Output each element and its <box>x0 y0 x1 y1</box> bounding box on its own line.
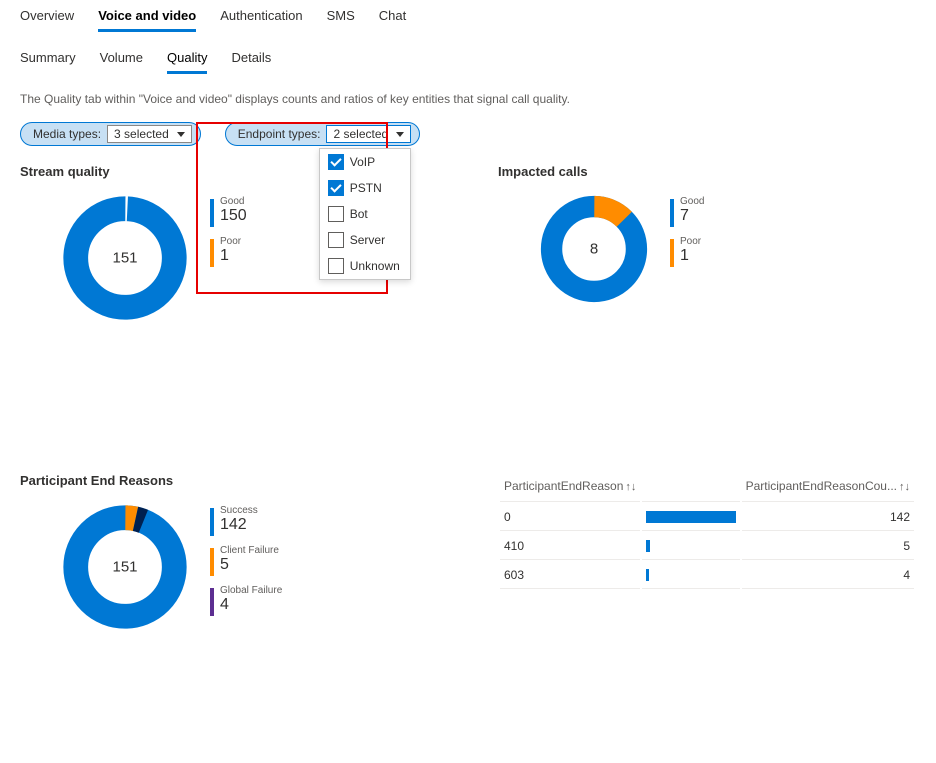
table-row[interactable]: 603 4 <box>500 562 914 589</box>
legend-item-good: Good 150 <box>210 197 247 227</box>
endpoint-option-bot[interactable]: Bot <box>320 201 410 227</box>
legend-value: 1 <box>680 247 701 265</box>
filter-media-select[interactable]: 3 selected <box>107 125 192 143</box>
endpoint-option-unknown[interactable]: Unknown <box>320 253 410 279</box>
legend-value: 5 <box>220 556 279 574</box>
cell-reason: 0 <box>500 504 640 531</box>
cell-count: 5 <box>742 533 914 560</box>
legend-label: Good <box>220 197 247 207</box>
checkbox-icon <box>328 154 344 170</box>
filter-media-value: 3 selected <box>114 127 169 141</box>
legend: Success 142 Client Failure 5 Global Fail… <box>210 506 282 616</box>
panel-end-reasons: Participant End Reasons 151 Success 142 <box>20 473 438 632</box>
option-label: PSTN <box>350 181 382 195</box>
legend-label: Success <box>220 506 258 516</box>
legend: Good 150 Poor 1 <box>210 197 247 267</box>
legend-color-bar <box>210 239 214 267</box>
panel-impacted-calls: Impacted calls 8 Good 7 <box>498 164 916 323</box>
filter-endpoint-select[interactable]: 2 selected <box>326 125 411 143</box>
checkbox-icon <box>328 206 344 222</box>
tab-chat[interactable]: Chat <box>379 8 406 32</box>
impacted-calls-chart[interactable]: 8 <box>538 193 650 305</box>
column-header-count[interactable]: ParticipantEndReasonCou...↑↓ <box>742 475 914 502</box>
end-reasons-table: ParticipantEndReason↑↓ ParticipantEndRea… <box>498 473 916 591</box>
legend-value: 1 <box>220 247 241 265</box>
chart-total: 8 <box>590 241 598 258</box>
legend-item-poor: Poor 1 <box>210 237 247 267</box>
filter-endpoint-types: Endpoint types: 2 selected <box>225 122 420 146</box>
endpoint-option-server[interactable]: Server <box>320 227 410 253</box>
chart-total: 151 <box>112 250 137 267</box>
end-reasons-chart[interactable]: 151 <box>60 502 190 632</box>
endpoint-option-voip[interactable]: VoIP <box>320 149 410 175</box>
table-row[interactable]: 410 5 <box>500 533 914 560</box>
legend-item-poor: Poor 1 <box>670 237 704 267</box>
legend-value: 4 <box>220 596 282 614</box>
chevron-down-icon <box>396 132 404 137</box>
legend-value: 142 <box>220 516 258 534</box>
subtab-summary[interactable]: Summary <box>20 50 76 74</box>
option-label: VoIP <box>350 155 375 169</box>
filter-row: Media types: 3 selected Endpoint types: … <box>20 122 916 146</box>
sub-tabs: Summary Volume Quality Details <box>20 50 916 74</box>
bar-icon <box>646 511 735 523</box>
checkbox-icon <box>328 258 344 274</box>
checkbox-icon <box>328 180 344 196</box>
subtab-volume[interactable]: Volume <box>100 50 143 74</box>
subtab-details[interactable]: Details <box>231 50 271 74</box>
panel-title: Participant End Reasons <box>20 473 438 488</box>
option-label: Bot <box>350 207 368 221</box>
filter-endpoint-label: Endpoint types: <box>238 127 321 141</box>
panel-title: Impacted calls <box>498 164 916 179</box>
option-label: Server <box>350 233 385 247</box>
legend-color-bar <box>210 548 214 576</box>
legend-value: 150 <box>220 207 247 225</box>
subtab-quality[interactable]: Quality <box>167 50 207 74</box>
filter-endpoint-value: 2 selected <box>333 127 388 141</box>
legend-label: Poor <box>220 237 241 247</box>
tab-voice-video[interactable]: Voice and video <box>98 8 196 32</box>
legend-color-bar <box>210 508 214 536</box>
legend-color-bar <box>670 239 674 267</box>
endpoint-option-pstn[interactable]: PSTN <box>320 175 410 201</box>
stream-quality-chart[interactable]: 151 <box>60 193 190 323</box>
cell-count: 142 <box>742 504 914 531</box>
legend-label: Client Failure <box>220 546 279 556</box>
sort-icon: ↑↓ <box>899 481 910 493</box>
cell-reason: 410 <box>500 533 640 560</box>
tab-overview[interactable]: Overview <box>20 8 74 32</box>
legend: Good 7 Poor 1 <box>670 197 704 267</box>
cell-reason: 603 <box>500 562 640 589</box>
legend-color-bar <box>210 199 214 227</box>
top-tabs: Overview Voice and video Authentication … <box>20 8 916 32</box>
column-header-reason[interactable]: ParticipantEndReason↑↓ <box>500 475 640 502</box>
tab-sms[interactable]: SMS <box>327 8 355 32</box>
bar-icon <box>646 569 648 581</box>
option-label: Unknown <box>350 259 400 273</box>
panel-end-reasons-table: ParticipantEndReason↑↓ ParticipantEndRea… <box>498 473 916 632</box>
legend-color-bar <box>670 199 674 227</box>
legend-label: Global Failure <box>220 586 282 596</box>
bar-icon <box>646 540 649 552</box>
endpoint-dropdown: VoIP PSTN Bot Server Unknown <box>319 148 411 280</box>
legend-value: 7 <box>680 207 704 225</box>
tab-description: The Quality tab within "Voice and video"… <box>20 92 916 106</box>
tab-authentication[interactable]: Authentication <box>220 8 302 32</box>
column-header-bar <box>642 475 739 502</box>
filter-media-types: Media types: 3 selected <box>20 122 201 146</box>
legend-color-bar <box>210 588 214 616</box>
checkbox-icon <box>328 232 344 248</box>
chart-total: 151 <box>112 559 137 576</box>
legend-item-success: Success 142 <box>210 506 282 536</box>
legend-label: Good <box>680 197 704 207</box>
cell-count: 4 <box>742 562 914 589</box>
filter-media-label: Media types: <box>33 127 101 141</box>
sort-icon: ↑↓ <box>625 481 636 493</box>
legend-item-good: Good 7 <box>670 197 704 227</box>
legend-label: Poor <box>680 237 701 247</box>
chevron-down-icon <box>177 132 185 137</box>
legend-item-client-failure: Client Failure 5 <box>210 546 282 576</box>
table-row[interactable]: 0 142 <box>500 504 914 531</box>
legend-item-global-failure: Global Failure 4 <box>210 586 282 616</box>
